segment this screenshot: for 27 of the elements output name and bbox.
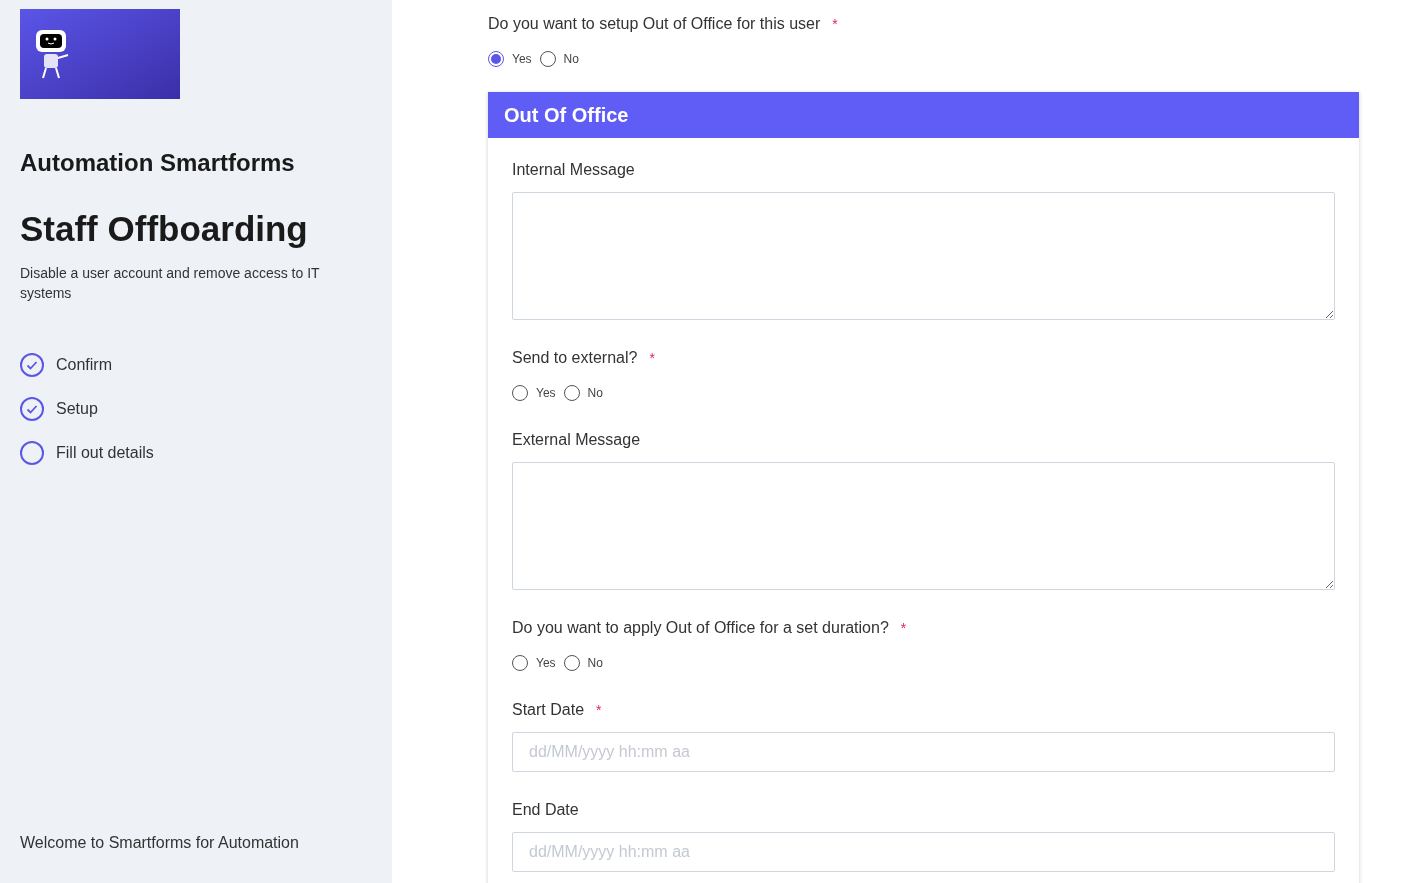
field-label: Do you want to setup Out of Office for this user	[488, 14, 821, 34]
step-label: Setup	[56, 398, 98, 419]
required-marker: *	[900, 619, 907, 638]
radio-label: No	[587, 655, 603, 672]
step-label: Fill out details	[56, 442, 154, 463]
radio-label: Yes	[512, 51, 532, 68]
field-label: External Message	[512, 430, 641, 450]
form-description: Disable a user account and remove access to IT systems	[20, 263, 321, 303]
radio-label: No	[587, 385, 603, 402]
date-input[interactable]: dd/MM/yyyy hh:mm aa	[512, 832, 1335, 872]
radio-label: Yes	[536, 385, 556, 402]
form-title: Staff Offboarding	[20, 208, 309, 250]
required-marker: *	[596, 701, 602, 720]
field-label: End Date	[512, 800, 579, 820]
field-label: Do you want to apply Out of Office for a set duration?	[512, 618, 889, 638]
required-marker: *	[832, 15, 838, 34]
field-label: Start Date	[512, 700, 585, 720]
app-title: Automation Smartforms	[20, 148, 296, 178]
radio-label: Yes	[536, 655, 556, 672]
step-label: Confirm	[56, 354, 112, 375]
field-label: Send to external?	[512, 348, 638, 368]
radio-label: No	[563, 51, 579, 68]
section-header: Out Of Office	[488, 92, 1359, 138]
field-label: Internal Message	[512, 160, 635, 180]
required-marker: *	[649, 349, 655, 368]
date-input[interactable]: dd/MM/yyyy hh:mm aa	[512, 732, 1335, 772]
welcome-text: Welcome to Smartforms for Automation	[20, 833, 300, 853]
